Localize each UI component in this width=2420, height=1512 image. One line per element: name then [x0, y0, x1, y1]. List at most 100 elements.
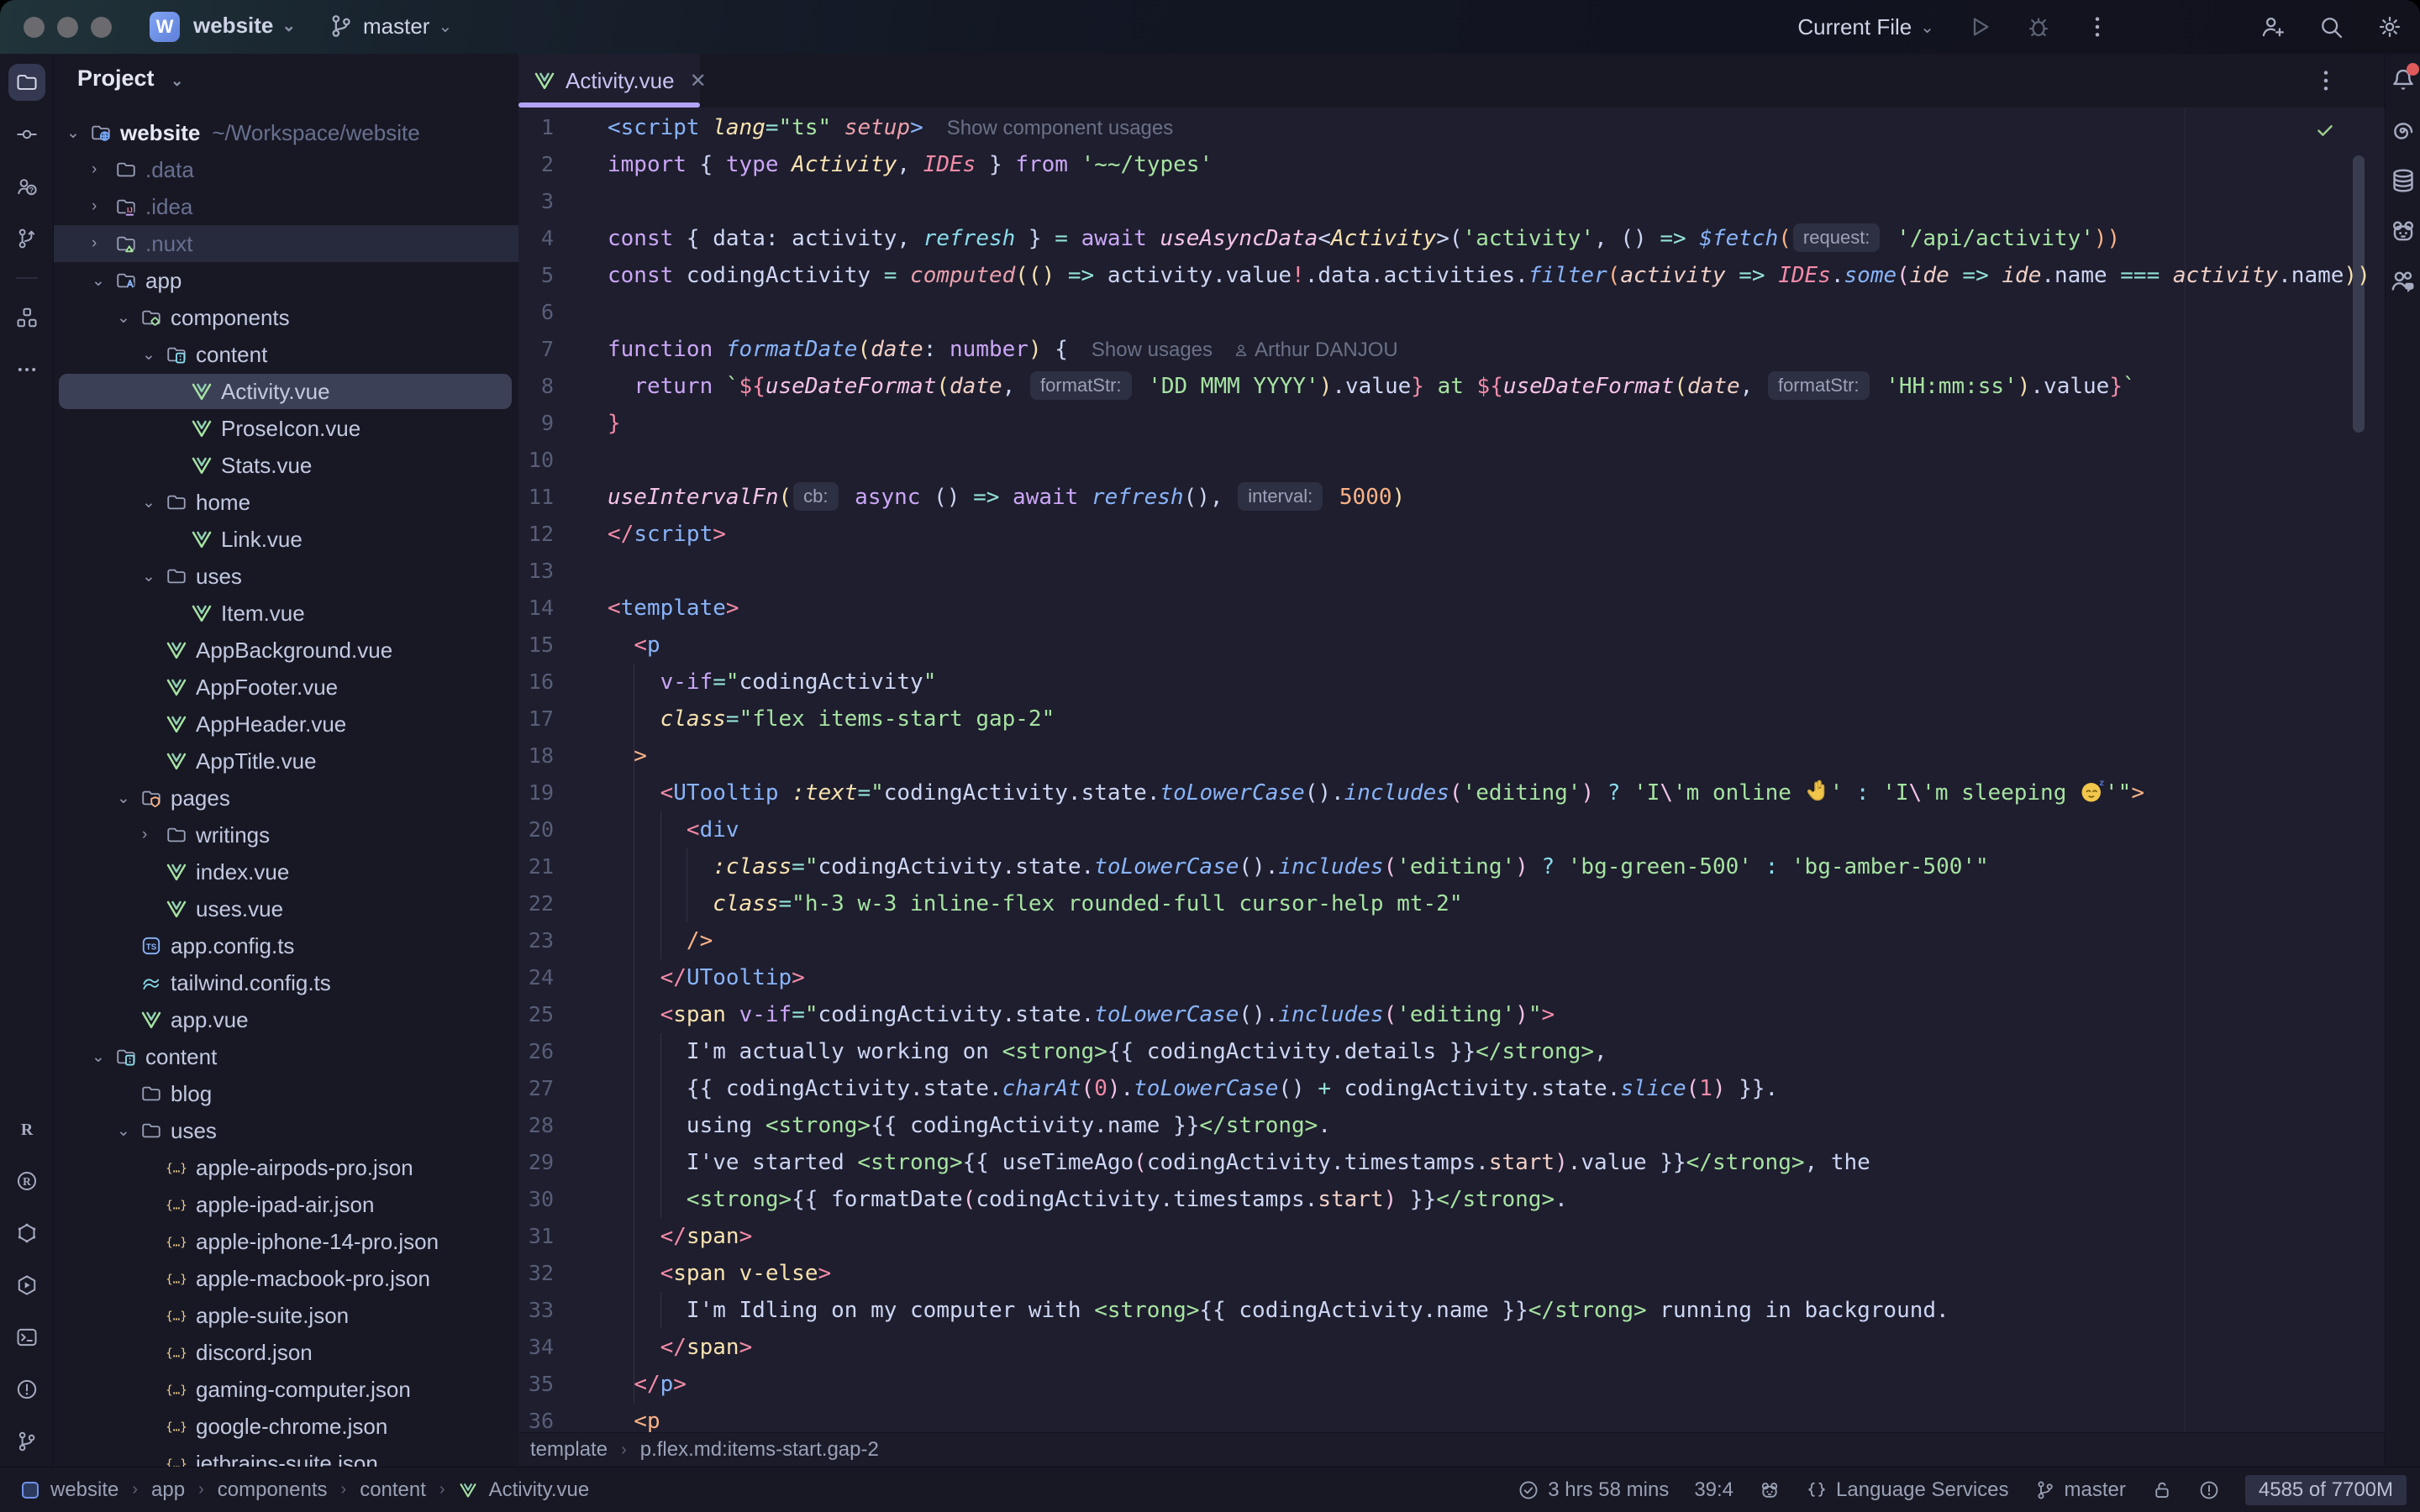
- code-line[interactable]: 11useIntervalFn(cb: async () => await re…: [518, 479, 2385, 516]
- memory-indicator[interactable]: 4585 of 7700M: [2245, 1475, 2407, 1505]
- branch-widget[interactable]: master ⌄: [328, 13, 452, 39]
- code-line[interactable]: 17 class="flex items-start gap-2": [518, 701, 2385, 738]
- chevron-expanded-icon[interactable]: ⌄: [117, 299, 130, 336]
- line-number[interactable]: 7: [518, 331, 554, 368]
- status-breadcrumb-file[interactable]: Activity.vue: [489, 1478, 590, 1502]
- code-line[interactable]: 6: [518, 294, 2385, 331]
- tree-item-index-vue[interactable]: index.vue: [54, 853, 518, 890]
- status-breadcrumb-item[interactable]: content: [360, 1478, 426, 1502]
- line-number[interactable]: 28: [518, 1107, 554, 1144]
- line-number[interactable]: 6: [518, 294, 554, 331]
- code-line[interactable]: 10: [518, 442, 2385, 479]
- chevron-expanded-icon[interactable]: ⌄: [117, 1112, 130, 1149]
- tree-item-apple-iphone-14-pro-json[interactable]: {…}apple-iphone-14-pro.json: [54, 1223, 518, 1260]
- line-number[interactable]: 31: [518, 1218, 554, 1255]
- tree-item-appfooter-vue[interactable]: AppFooter.vue: [54, 669, 518, 706]
- code-line[interactable]: 36 <p: [518, 1403, 2385, 1432]
- tree-item-gaming-computer-json[interactable]: {…}gaming-computer.json: [54, 1371, 518, 1408]
- line-number[interactable]: 16: [518, 664, 554, 701]
- writable-toggle[interactable]: [2151, 1479, 2173, 1501]
- line-number[interactable]: 25: [518, 996, 554, 1033]
- chevron-expanded-icon[interactable]: ⌄: [92, 1038, 105, 1075]
- code-editor[interactable]: 1<script lang="ts" setup>Show component …: [518, 108, 2385, 1432]
- chevron-expanded-icon[interactable]: ⌄: [142, 558, 155, 595]
- search-everywhere-button[interactable]: [2317, 13, 2344, 40]
- code-line[interactable]: 16 v-if="codingActivity": [518, 664, 2385, 701]
- line-number[interactable]: 29: [518, 1144, 554, 1181]
- tree-item-apple-airpods-pro-json[interactable]: {…}apple-airpods-pro.json: [54, 1149, 518, 1186]
- tree-item-item-vue[interactable]: Item.vue: [54, 595, 518, 632]
- tree-item-stats-vue[interactable]: Stats.vue: [54, 447, 518, 484]
- minimize-window-button[interactable]: [57, 17, 78, 38]
- tool-r-circle-icon[interactable]: R: [8, 1163, 45, 1200]
- code-line[interactable]: 23 />: [518, 922, 2385, 959]
- chevron-expanded-icon[interactable]: ⌄: [66, 114, 80, 151]
- run-configuration-selector[interactable]: Current File ⌄: [1797, 14, 1934, 40]
- tree-item-app-config-ts[interactable]: TSapp.config.ts: [54, 927, 518, 964]
- status-breadcrumb-item[interactable]: components: [218, 1478, 328, 1502]
- tree-item-appheader-vue[interactable]: AppHeader.vue: [54, 706, 518, 743]
- code-line[interactable]: 13: [518, 553, 2385, 590]
- wakatime-widget[interactable]: 3 hrs 58 mins: [1518, 1478, 1669, 1502]
- tool-structure-icon[interactable]: [8, 299, 45, 336]
- tree-item-apptitle-vue[interactable]: AppTitle.vue: [54, 743, 518, 780]
- tool-terminal-icon[interactable]: [8, 1319, 45, 1356]
- tree-item-google-chrome-json[interactable]: {…}google-chrome.json: [54, 1408, 518, 1445]
- tree-item-content[interactable]: ⌄content: [54, 336, 518, 373]
- line-number[interactable]: 9: [518, 405, 554, 442]
- chevron-collapsed-icon[interactable]: ›: [92, 225, 97, 262]
- line-number[interactable]: 5: [518, 257, 554, 294]
- code-line[interactable]: 5const codingActivity = computed(() => a…: [518, 257, 2385, 294]
- line-number[interactable]: 30: [518, 1181, 554, 1218]
- line-number[interactable]: 2: [518, 146, 554, 183]
- tree-item--data[interactable]: ›.data: [54, 151, 518, 188]
- code-line[interactable]: 25 <span v-if="codingActivity.state.toLo…: [518, 996, 2385, 1033]
- tool-ai-assistant-icon[interactable]: [2389, 116, 2417, 144]
- tool-pull-request-icon[interactable]: [8, 220, 45, 257]
- code-author-hint[interactable]: Arthur DANJOU: [1233, 339, 1398, 361]
- settings-button[interactable]: [2376, 13, 2403, 40]
- project-widget[interactable]: website ⌄: [193, 13, 296, 39]
- code-line[interactable]: 19 <UTooltip :text="codingActivity.state…: [518, 774, 2385, 811]
- line-number[interactable]: 21: [518, 848, 554, 885]
- line-number[interactable]: 13: [518, 553, 554, 590]
- code-line[interactable]: 26 I'm actually working on <strong>{{ co…: [518, 1033, 2385, 1070]
- line-number[interactable]: 4: [518, 220, 554, 257]
- tree-item-discord-json[interactable]: {…}discord.json: [54, 1334, 518, 1371]
- chevron-expanded-icon[interactable]: ⌄: [142, 336, 155, 373]
- tree-item-apple-macbook-pro-json[interactable]: {…}apple-macbook-pro.json: [54, 1260, 518, 1297]
- line-number[interactable]: 12: [518, 516, 554, 553]
- tree-item-apple-ipad-air-json[interactable]: {…}apple-ipad-air.json: [54, 1186, 518, 1223]
- line-number[interactable]: 1: [518, 109, 554, 146]
- code-line[interactable]: 4const { data: activity, refresh } = awa…: [518, 220, 2385, 257]
- chevron-expanded-icon[interactable]: ⌄: [142, 484, 155, 521]
- line-number[interactable]: 15: [518, 627, 554, 664]
- line-number[interactable]: 33: [518, 1292, 554, 1329]
- chevron-collapsed-icon[interactable]: ›: [92, 151, 97, 188]
- line-number[interactable]: 3: [518, 183, 554, 220]
- tool-bell-icon[interactable]: [2389, 66, 2417, 94]
- problems-indicator[interactable]: [2198, 1479, 2220, 1501]
- zoom-window-button[interactable]: [91, 17, 112, 38]
- line-number[interactable]: 22: [518, 885, 554, 922]
- line-number[interactable]: 8: [518, 368, 554, 405]
- tab-close-icon[interactable]: ✕: [690, 69, 707, 93]
- tree-item-appbackground-vue[interactable]: AppBackground.vue: [54, 632, 518, 669]
- code-line[interactable]: 14<template>: [518, 590, 2385, 627]
- tool-graphql-icon[interactable]: [8, 1215, 45, 1252]
- tree-item-uses[interactable]: ⌄uses: [54, 1112, 518, 1149]
- code-line[interactable]: 27 {{ codingActivity.state.charAt(0).toL…: [518, 1070, 2385, 1107]
- tree-item-app-vue[interactable]: app.vue: [54, 1001, 518, 1038]
- code-line[interactable]: 3: [518, 183, 2385, 220]
- code-line[interactable]: 31 </span>: [518, 1218, 2385, 1255]
- tool-r-letter-icon[interactable]: R: [8, 1110, 45, 1147]
- chevron-collapsed-icon[interactable]: ›: [92, 188, 97, 225]
- gradle-status-widget[interactable]: [1759, 1479, 1781, 1501]
- code-line[interactable]: 22 class="h-3 w-3 inline-flex rounded-fu…: [518, 885, 2385, 922]
- code-line[interactable]: 28 using <strong>{{ codingActivity.name …: [518, 1107, 2385, 1144]
- line-number[interactable]: 26: [518, 1033, 554, 1070]
- tool-more-icon[interactable]: [8, 351, 45, 388]
- language-services-widget[interactable]: Language Services: [1806, 1478, 2008, 1502]
- code-line[interactable]: 35 </p>: [518, 1366, 2385, 1403]
- tree-item-jetbrains-suite-json[interactable]: {…}jetbrains-suite.json: [54, 1445, 518, 1467]
